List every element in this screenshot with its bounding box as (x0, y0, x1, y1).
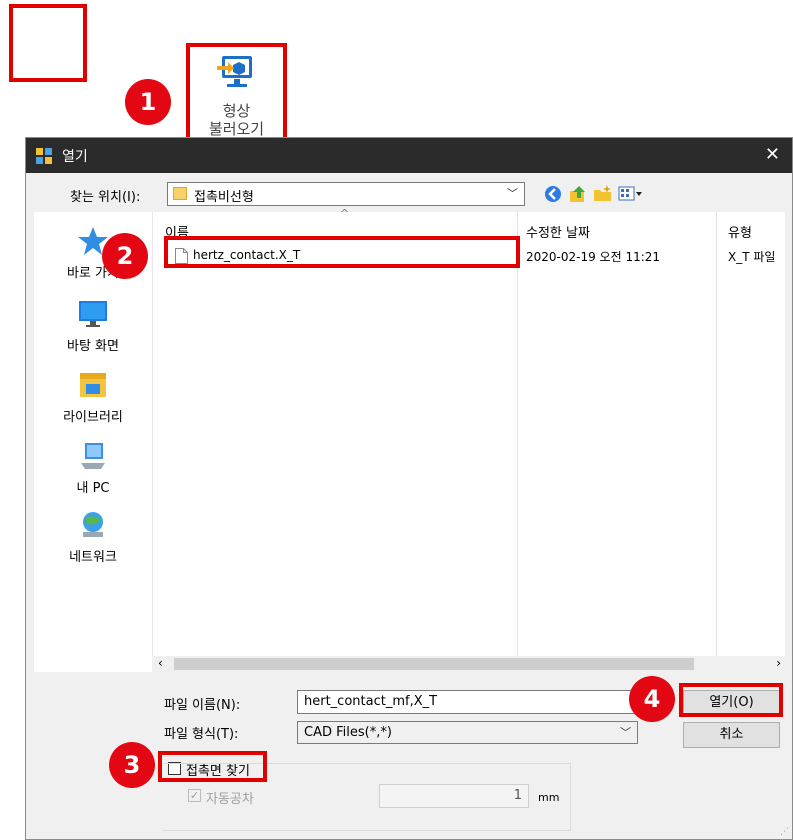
shape-import-label-2: 불러오기 (208, 120, 265, 138)
dialog-title: 열기 (62, 149, 88, 165)
view-menu-icon[interactable] (618, 184, 644, 204)
library-icon (80, 373, 106, 397)
highlight-find-contact (158, 751, 267, 782)
filename-value: hert_contact_mf,X_T (304, 694, 438, 709)
tolerance-input[interactable]: 1 (379, 784, 529, 808)
filetype-value: CAD Files(*,*) (304, 725, 392, 740)
highlight-square (9, 4, 87, 82)
places-bar: 바로 가기 바탕 화면 라이브러리 내 PC 네트워크 (34, 212, 152, 672)
file-date: 2020-02-19 오전 11:21 (526, 250, 661, 264)
chevron-down-icon: ﹀ (620, 726, 631, 739)
step-4-badge: 4 (629, 676, 675, 722)
place-label: 바탕 화면 (67, 339, 119, 354)
tolerance-unit: mm (538, 791, 560, 804)
look-in-label: 찾는 위치(I): (70, 190, 141, 205)
filename-input[interactable]: hert_contact_mf,X_T (297, 690, 638, 714)
up-folder-icon[interactable] (568, 184, 588, 204)
highlight-file-row (164, 236, 520, 268)
scroll-left-icon[interactable]: ‹ (158, 656, 163, 670)
scroll-thumb[interactable] (174, 658, 694, 670)
auto-tolerance-checkbox[interactable]: ✓ 자동공차 (188, 788, 288, 807)
scroll-right-icon[interactable]: › (776, 656, 781, 670)
folder-icon (173, 187, 187, 200)
app-icon (36, 148, 52, 164)
place-this-pc[interactable]: 내 PC (34, 441, 152, 496)
column-header-date[interactable]: 수정한 날짜 (526, 222, 590, 241)
filetype-select[interactable]: CAD Files(*,*) ﹀ (297, 721, 638, 744)
monitor-import-icon (217, 56, 252, 87)
column-separator (716, 212, 717, 657)
resize-grip-icon[interactable]: ⋰ (780, 827, 789, 837)
chevron-down-icon: ﹀ (507, 187, 518, 200)
step-3-badge: 3 (109, 742, 155, 788)
desktop-icon (79, 301, 107, 327)
dialog-titlebar: 열기 ✕ (26, 138, 792, 173)
new-folder-icon[interactable] (593, 184, 613, 204)
look-in-combo[interactable]: 접촉비선형 ﹀ (167, 182, 525, 206)
place-desktop[interactable]: 바탕 화면 (34, 299, 152, 354)
shape-import-label-1: 형상 (222, 102, 251, 120)
network-icon (83, 512, 103, 537)
file-list: ^ 이름 수정한 날짜 유형 hertz_contact.X_T 2020-02… (152, 207, 785, 672)
back-icon[interactable] (544, 185, 562, 203)
place-label: 내 PC (76, 481, 110, 496)
highlight-open-button (679, 683, 783, 717)
look-in-value: 접촉비선형 (194, 190, 254, 205)
filetype-label: 파일 형식(T): (164, 727, 239, 742)
file-type: X_T 파일 (728, 250, 776, 264)
sort-ascending-icon: ^ (340, 207, 350, 220)
step-1-badge: 1 (125, 79, 171, 125)
horizontal-scrollbar[interactable]: ‹ › (152, 656, 785, 672)
filename-label: 파일 이름(N): (164, 698, 241, 713)
cancel-button[interactable]: 취소 (683, 722, 780, 748)
place-label: 라이브러리 (63, 410, 123, 425)
auto-tolerance-label: 자동공차 (206, 792, 254, 807)
place-label: 네트워크 (69, 550, 117, 565)
column-separator (517, 212, 518, 657)
computer-icon (81, 443, 105, 469)
place-network[interactable]: 네트워크 (34, 510, 152, 565)
step-2-badge: 2 (102, 233, 148, 279)
place-libraries[interactable]: 라이브러리 (34, 370, 152, 425)
tolerance-value: 1 (513, 788, 522, 803)
close-icon[interactable]: ✕ (765, 144, 780, 165)
column-header-type[interactable]: 유형 (728, 222, 752, 241)
check-icon: ✓ (188, 789, 201, 802)
